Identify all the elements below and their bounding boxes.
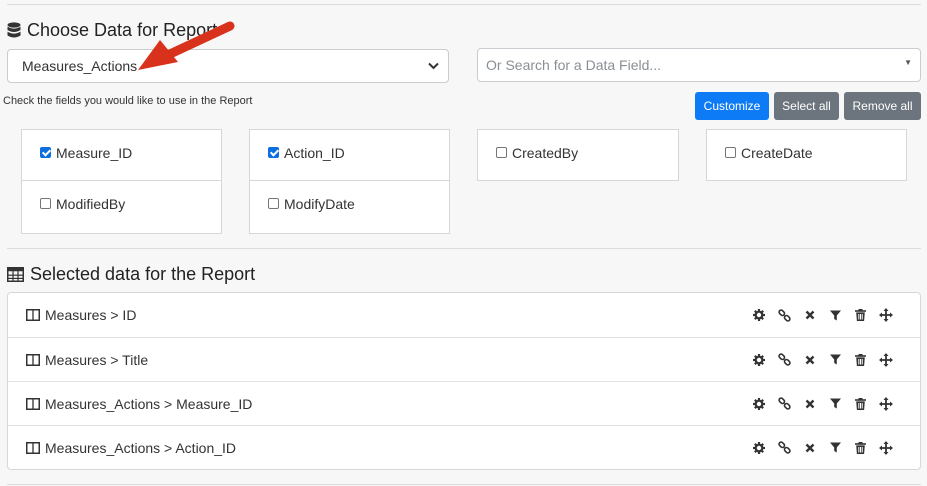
annotation-arrow-icon (138, 21, 235, 70)
field-action-id[interactable]: Action_ID (249, 129, 450, 181)
column-icon (26, 397, 40, 410)
row-label-wrap: Measures_Actions > Action_ID (26, 440, 236, 456)
filter-icon[interactable] (823, 398, 849, 409)
select-all-button[interactable]: Select all (774, 92, 839, 120)
row-label: Measures_Actions > Action_ID (45, 439, 237, 456)
field-label: ModifiedBy (56, 196, 126, 212)
table-icon (7, 267, 24, 282)
checkbox[interactable] (268, 198, 279, 209)
link-icon[interactable] (772, 353, 798, 366)
filter-icon[interactable] (823, 354, 849, 365)
selected-data-title: Selected data for the Report (30, 264, 256, 284)
filter-icon[interactable] (823, 442, 849, 453)
field-label: Measure_ID (56, 145, 133, 161)
times-icon[interactable] (797, 399, 823, 409)
caret-down-icon: ▼ (904, 58, 912, 67)
field-created-by[interactable]: CreatedBy (477, 129, 679, 181)
list-item[interactable]: Measures_Actions > Action_ID (8, 425, 920, 469)
row-label: Measures > ID (45, 307, 137, 323)
column-icon (26, 309, 40, 321)
move-icon[interactable] (874, 440, 900, 455)
move-icon[interactable] (874, 308, 900, 322)
checkbox[interactable] (496, 147, 507, 158)
customize-button[interactable]: Customize (695, 92, 769, 120)
field-create-date[interactable]: CreateDate (706, 129, 907, 181)
checkbox[interactable] (725, 147, 736, 158)
checkbox[interactable] (40, 198, 51, 209)
move-icon[interactable] (874, 352, 900, 367)
column-icon (26, 353, 40, 366)
section-divider (7, 248, 921, 249)
row-actions (746, 396, 900, 411)
field-modified-by[interactable]: ModifiedBy (21, 180, 222, 234)
row-actions (746, 440, 900, 455)
times-icon[interactable] (797, 310, 823, 320)
row-label: Measures_Actions > Measure_ID (45, 395, 253, 412)
row-actions (746, 352, 900, 367)
row-label: Measures > Title (45, 351, 149, 368)
field-label: CreatedBy (512, 145, 579, 161)
gear-icon[interactable] (746, 309, 772, 321)
row-label-wrap: Measures > ID (26, 307, 136, 323)
gear-icon[interactable] (746, 353, 772, 366)
database-icon (7, 22, 21, 38)
trash-icon[interactable] (848, 353, 874, 366)
fields-hint: Check the fields you would like to use i… (3, 95, 253, 107)
link-icon[interactable] (772, 397, 798, 410)
times-icon[interactable] (797, 355, 823, 365)
field-label: ModifyDate (284, 196, 355, 212)
gear-icon[interactable] (746, 441, 772, 454)
selected-data-heading: Selected data for the Report (7, 264, 255, 285)
move-icon[interactable] (874, 396, 900, 411)
trash-icon[interactable] (848, 441, 874, 454)
checkbox[interactable] (40, 147, 51, 158)
field-label: Action_ID (284, 145, 345, 161)
row-label-wrap: Measures > Title (26, 352, 148, 368)
bottom-divider (7, 484, 921, 485)
times-icon[interactable] (797, 443, 823, 453)
list-item[interactable]: Measures > ID (8, 293, 920, 337)
field-measure-id[interactable]: Measure_ID (21, 129, 222, 181)
data-field-search[interactable]: Or Search for a Data Field... ▼ (477, 48, 921, 82)
list-item[interactable]: Measures_Actions > Measure_ID (8, 381, 920, 425)
link-icon[interactable] (772, 441, 798, 454)
gear-icon[interactable] (746, 397, 772, 410)
remove-all-button[interactable]: Remove all (844, 92, 921, 120)
search-placeholder: Or Search for a Data Field... (486, 57, 662, 73)
selected-fields-list: Measures > ID Measures > Title Measures_… (7, 292, 921, 470)
checkbox[interactable] (268, 147, 279, 158)
row-label-wrap: Measures_Actions > Measure_ID (26, 396, 252, 412)
trash-icon[interactable] (848, 397, 874, 410)
trash-icon[interactable] (848, 309, 874, 321)
row-actions (746, 308, 899, 322)
table-select-value: Measures_Actions (22, 58, 138, 74)
top-divider (7, 4, 921, 5)
column-icon (26, 441, 40, 454)
chevron-down-icon (428, 62, 439, 70)
filter-icon[interactable] (823, 310, 849, 321)
list-item[interactable]: Measures > Title (8, 337, 920, 381)
field-label: CreateDate (741, 145, 813, 161)
link-icon[interactable] (772, 308, 798, 322)
field-modify-date[interactable]: ModifyDate (249, 180, 450, 234)
